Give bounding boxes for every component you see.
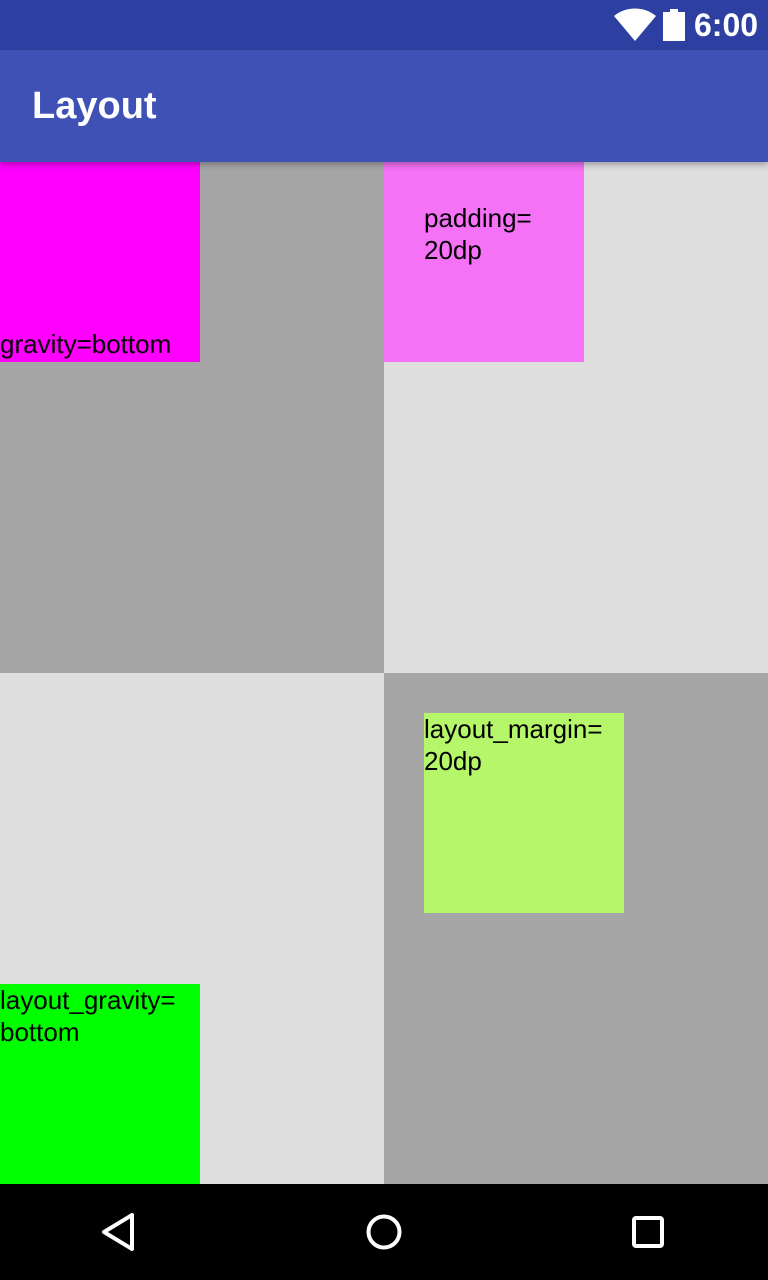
gravity-bottom-box: gravity=bottom xyxy=(0,162,200,362)
back-icon[interactable] xyxy=(96,1208,144,1256)
gravity-bottom-label: gravity=bottom xyxy=(0,329,172,359)
navigation-bar xyxy=(0,1184,768,1280)
wifi-icon xyxy=(614,8,656,41)
cell-top-right: padding= 20dp xyxy=(384,162,768,673)
status-bar: 6:00 xyxy=(0,0,768,50)
layout-margin-label: layout_margin= 20dp xyxy=(424,714,603,776)
cell-bottom-left: layout_gravity= bottom xyxy=(0,673,384,1184)
home-icon[interactable] xyxy=(360,1208,408,1256)
app-bar: Layout xyxy=(0,50,768,162)
padding-label: padding= 20dp xyxy=(424,203,532,265)
layout-gravity-box: layout_gravity= bottom xyxy=(0,984,200,1184)
recents-icon[interactable] xyxy=(624,1208,672,1256)
battery-icon xyxy=(663,9,685,41)
cell-bottom-right: layout_margin= 20dp xyxy=(384,673,768,1184)
layout-gravity-label: layout_gravity= bottom xyxy=(0,985,176,1047)
layout-margin-box: layout_margin= 20dp xyxy=(424,713,624,913)
status-time: 6:00 xyxy=(694,7,759,43)
app-title: Layout xyxy=(32,85,157,127)
layout-grid: gravity=bottom padding= 20dp layout_grav… xyxy=(0,162,768,1184)
padding-box: padding= 20dp xyxy=(384,162,584,362)
cell-top-left: gravity=bottom xyxy=(0,162,384,673)
